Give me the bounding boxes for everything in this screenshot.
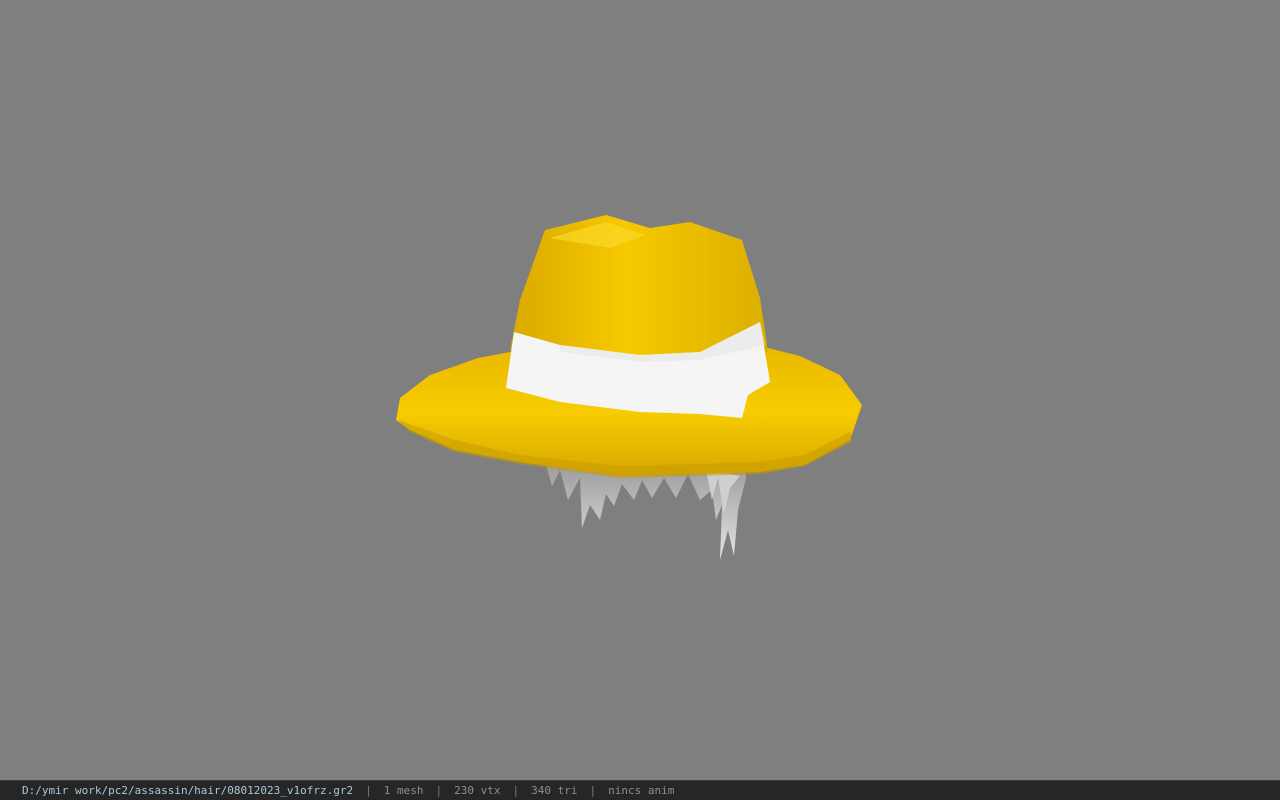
animation-status: nincs anim <box>608 784 675 797</box>
separator: | <box>365 784 372 797</box>
separator: | <box>589 784 597 797</box>
triangle-count: 340 tri <box>531 784 578 797</box>
status-bar: D:/ymir work/pc2/assassin/hair/08012023_… <box>0 780 1280 800</box>
mesh-count: 1 mesh <box>383 784 424 797</box>
model-render <box>396 215 862 560</box>
3d-viewport[interactable] <box>0 0 1280 780</box>
vertex-count: 230 vtx <box>454 784 501 797</box>
separator: | <box>435 784 443 797</box>
file-path: D:/ymir work/pc2/assassin/hair/08012023_… <box>22 784 354 797</box>
hat-mesh <box>396 215 862 478</box>
separator: | <box>512 784 520 797</box>
